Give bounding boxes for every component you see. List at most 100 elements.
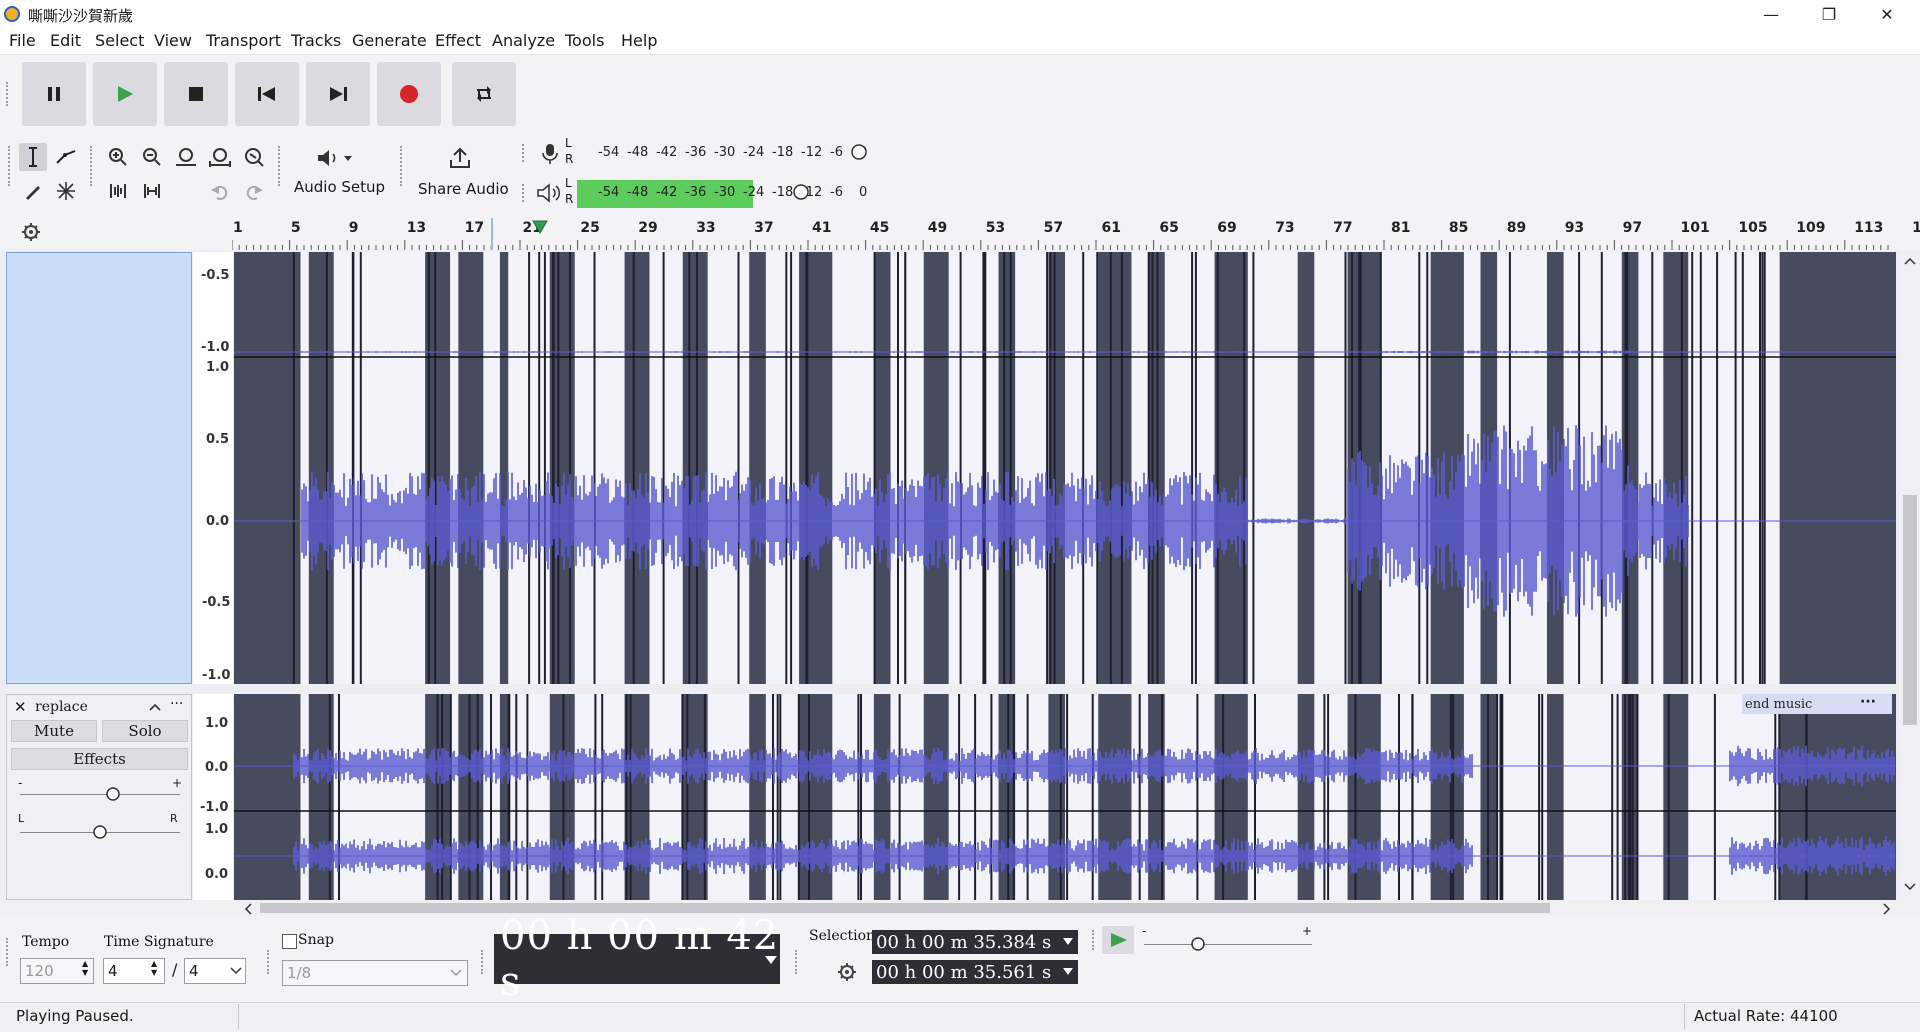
microphone-icon[interactable] bbox=[538, 142, 562, 166]
snap-dropdown-icon[interactable] bbox=[450, 969, 462, 977]
toolbar-grip[interactable] bbox=[6, 82, 12, 106]
scroll-right-icon[interactable] bbox=[1882, 903, 1892, 915]
snap-checkbox[interactable] bbox=[282, 934, 297, 949]
play-meter-tick: -48 bbox=[627, 185, 649, 200]
selection-start-display[interactable]: 00 h 00 m 35.384 s bbox=[872, 930, 1078, 954]
share-audio-button[interactable]: Share Audio bbox=[412, 140, 512, 204]
scroll-left-icon[interactable] bbox=[243, 903, 253, 915]
audio-setup-grip[interactable] bbox=[278, 146, 284, 186]
snap-grip[interactable] bbox=[267, 950, 273, 974]
clip-menu-icon[interactable]: ··· bbox=[1860, 694, 1876, 710]
skip-to-end-button[interactable] bbox=[306, 62, 370, 126]
fit-selection-icon[interactable] bbox=[172, 143, 200, 171]
audio-setup-button[interactable]: Audio Setup bbox=[290, 140, 390, 204]
track1-waveform[interactable] bbox=[234, 252, 1896, 684]
close-button[interactable]: ✕ bbox=[1858, 0, 1916, 28]
loop-button[interactable] bbox=[452, 62, 516, 126]
play-button[interactable] bbox=[93, 62, 157, 126]
record-volume-knob[interactable] bbox=[850, 143, 868, 161]
edit-grip[interactable] bbox=[90, 146, 96, 186]
record-meter-tick: -42 bbox=[656, 145, 678, 160]
track2-waveform[interactable] bbox=[234, 694, 1896, 900]
ruler-mark: 117 bbox=[1912, 220, 1920, 236]
pause-button[interactable] bbox=[22, 62, 86, 126]
track2-collapse-icon[interactable] bbox=[148, 702, 162, 712]
stop-button[interactable] bbox=[164, 62, 228, 126]
playback-volume-knob[interactable] bbox=[792, 183, 810, 201]
record-meter-channel-r: R bbox=[565, 152, 574, 166]
selection-settings-gear-icon[interactable] bbox=[837, 962, 857, 982]
restore-button[interactable]: ❐ bbox=[1800, 0, 1858, 28]
record-meter-tick: -24 bbox=[743, 145, 765, 160]
menu-effect[interactable]: Effect bbox=[435, 31, 481, 50]
track2-menu-icon[interactable]: ··· bbox=[170, 696, 183, 712]
effects-button[interactable]: Effects bbox=[11, 748, 188, 770]
track2-name[interactable]: replace bbox=[35, 699, 88, 715]
selection-start-dropdown-icon[interactable] bbox=[1062, 937, 1074, 946]
record-button[interactable] bbox=[377, 62, 441, 126]
solo-button[interactable]: Solo bbox=[102, 720, 188, 742]
play-at-speed-button[interactable] bbox=[1102, 926, 1134, 954]
vertical-scroll-thumb[interactable] bbox=[1903, 495, 1917, 725]
mute-button[interactable]: Mute bbox=[11, 720, 97, 742]
play-at-speed-grip[interactable] bbox=[1092, 930, 1098, 950]
timeline-settings-gear-icon[interactable] bbox=[21, 222, 41, 242]
selection-end-dropdown-icon[interactable] bbox=[1062, 967, 1074, 976]
menu-transport[interactable]: Transport bbox=[206, 31, 281, 50]
share-grip[interactable] bbox=[400, 146, 406, 186]
record-meter-grip[interactable] bbox=[522, 144, 528, 162]
clip-name-end-music[interactable]: end music bbox=[1745, 697, 1812, 712]
playback-speed-slider-thumb[interactable] bbox=[1190, 936, 1206, 952]
time-format-dropdown-icon[interactable] bbox=[764, 955, 778, 965]
menu-file[interactable]: File bbox=[9, 31, 36, 50]
envelope-tool-icon[interactable] bbox=[52, 143, 80, 171]
denominator-dropdown-icon[interactable] bbox=[230, 967, 242, 975]
menu-analyze[interactable]: Analyze bbox=[492, 31, 555, 50]
ruler-mark: 89 bbox=[1506, 220, 1527, 236]
numerator-spin-icon[interactable]: ▲ ▼ bbox=[151, 959, 157, 977]
silence-audio-icon[interactable] bbox=[138, 177, 166, 205]
skip-to-start-button[interactable] bbox=[235, 62, 299, 126]
redo-icon[interactable] bbox=[240, 177, 268, 205]
playhead-marker-icon[interactable] bbox=[532, 220, 548, 234]
menu-edit[interactable]: Edit bbox=[50, 31, 81, 50]
tempo-spin-icon[interactable]: ▲ ▼ bbox=[82, 959, 88, 977]
menu-tracks[interactable]: Tracks bbox=[291, 31, 341, 50]
track1-vertical-scale[interactable] bbox=[193, 252, 233, 684]
zoom-out-icon[interactable] bbox=[138, 143, 166, 171]
time-grip[interactable] bbox=[481, 950, 487, 974]
fit-project-icon[interactable] bbox=[206, 143, 234, 171]
zoom-in-icon[interactable] bbox=[104, 143, 132, 171]
gain-slider-thumb[interactable] bbox=[105, 786, 121, 802]
menu-generate[interactable]: Generate bbox=[352, 31, 427, 50]
playback-speed-slider-track[interactable] bbox=[1144, 944, 1312, 945]
time-signature-grip[interactable] bbox=[6, 938, 12, 966]
selection-end-display[interactable]: 00 h 00 m 35.561 s bbox=[872, 960, 1078, 984]
draw-tool-icon[interactable] bbox=[19, 177, 47, 205]
selection-grip[interactable] bbox=[795, 950, 801, 974]
pan-slider-thumb[interactable] bbox=[92, 824, 108, 840]
record-meter-tick: -6 bbox=[830, 145, 843, 160]
menu-view[interactable]: View bbox=[154, 31, 192, 50]
scroll-up-icon[interactable] bbox=[1904, 256, 1916, 266]
menu-tools[interactable]: Tools bbox=[565, 31, 604, 50]
tools-grip[interactable] bbox=[8, 146, 14, 186]
trim-audio-icon[interactable] bbox=[104, 177, 132, 205]
menu-help[interactable]: Help bbox=[621, 31, 657, 50]
minimize-button[interactable]: — bbox=[1742, 0, 1800, 28]
play-meter-grip[interactable] bbox=[522, 184, 528, 202]
scroll-down-icon[interactable] bbox=[1904, 882, 1916, 892]
playback-speaker-icon[interactable] bbox=[536, 182, 562, 204]
menu-select[interactable]: Select bbox=[95, 31, 144, 50]
horizontal-scroll-thumb[interactable] bbox=[260, 903, 1550, 913]
gain-slider-track[interactable] bbox=[20, 794, 180, 795]
track1-control-panel[interactable] bbox=[6, 252, 192, 684]
ruler-mark: 1 bbox=[233, 220, 243, 236]
audio-position-display[interactable]: 00 h 00 m 42 s bbox=[494, 913, 780, 1005]
zoom-toggle-icon[interactable] bbox=[240, 143, 268, 171]
snap-select[interactable]: 1/8 bbox=[282, 960, 468, 986]
multi-tool-icon[interactable] bbox=[52, 177, 80, 205]
track2-close-icon[interactable]: ✕ bbox=[14, 698, 27, 716]
undo-icon[interactable] bbox=[206, 177, 234, 205]
selection-tool-icon[interactable] bbox=[19, 143, 47, 171]
